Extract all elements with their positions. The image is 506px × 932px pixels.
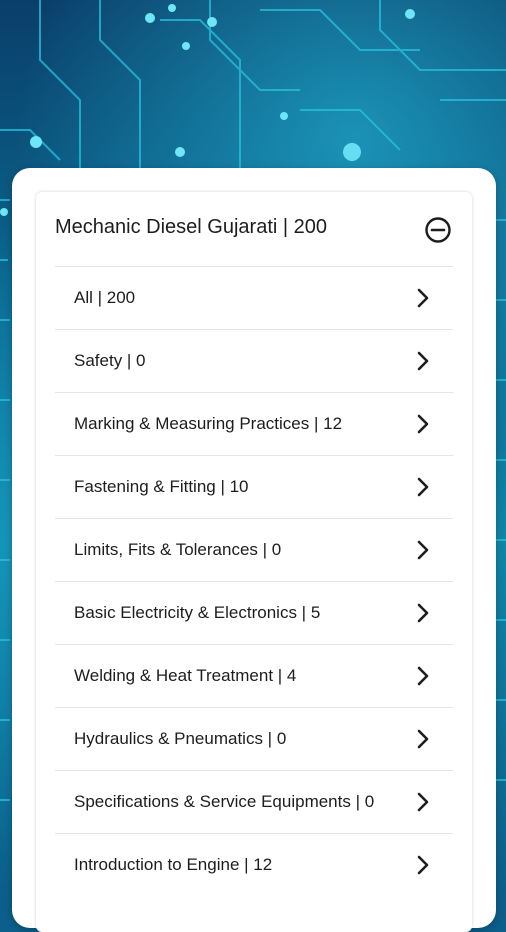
panel-title: Mechanic Diesel Gujarati | 200 (55, 216, 327, 238)
category-label: Safety | 0 (74, 351, 146, 370)
category-item-intro-engine[interactable]: Introduction to Engine | 12 (55, 833, 453, 896)
category-item-all[interactable]: All | 200 (55, 266, 453, 329)
category-item-limits-fits[interactable]: Limits, Fits & Tolerances | 0 (55, 518, 453, 581)
chevron-right-icon (417, 540, 429, 560)
chevron-right-icon (417, 288, 429, 308)
category-item-specifications[interactable]: Specifications & Service Equipments | 0 (55, 770, 453, 833)
category-item-fastening-fitting[interactable]: Fastening & Fitting | 10 (55, 455, 453, 518)
category-item-safety[interactable]: Safety | 0 (55, 329, 453, 392)
chevron-right-icon (417, 792, 429, 812)
chevron-right-icon (417, 351, 429, 371)
chevron-right-icon (417, 477, 429, 497)
category-item-basic-electricity[interactable]: Basic Electricity & Electronics | 5 (55, 581, 453, 644)
category-label: Introduction to Engine | 12 (74, 855, 273, 874)
chevron-right-icon (417, 855, 429, 875)
chevron-right-icon (417, 729, 429, 749)
category-label: Marking & Measuring Practices | 12 (74, 414, 343, 433)
panel-header[interactable]: Mechanic Diesel Gujarati | 200 (36, 192, 472, 266)
minus-circle-icon[interactable] (424, 216, 452, 244)
category-panel: Mechanic Diesel Gujarati | 200 All | 200… (36, 192, 472, 932)
category-item-marking-measuring[interactable]: Marking & Measuring Practices | 12 (55, 392, 453, 455)
category-label: Limits, Fits & Tolerances | 0 (74, 540, 282, 559)
chevron-right-icon (417, 666, 429, 686)
category-label: Fastening & Fitting | 10 (74, 477, 249, 496)
category-item-welding[interactable]: Welding & Heat Treatment | 4 (55, 644, 453, 707)
category-label: Hydraulics & Pneumatics | 0 (74, 729, 287, 748)
category-list: All | 200 Safety | 0 Marking & Measuring… (55, 266, 453, 896)
chevron-right-icon (417, 603, 429, 623)
chevron-right-icon (417, 414, 429, 434)
category-label: Basic Electricity & Electronics | 5 (74, 603, 321, 622)
category-label: All | 200 (74, 288, 136, 307)
category-item-hydraulics[interactable]: Hydraulics & Pneumatics | 0 (55, 707, 453, 770)
category-card: Mechanic Diesel Gujarati | 200 All | 200… (12, 168, 496, 932)
category-label: Specifications & Service Equipments | 0 (74, 792, 375, 811)
category-label: Welding & Heat Treatment | 4 (74, 666, 297, 685)
